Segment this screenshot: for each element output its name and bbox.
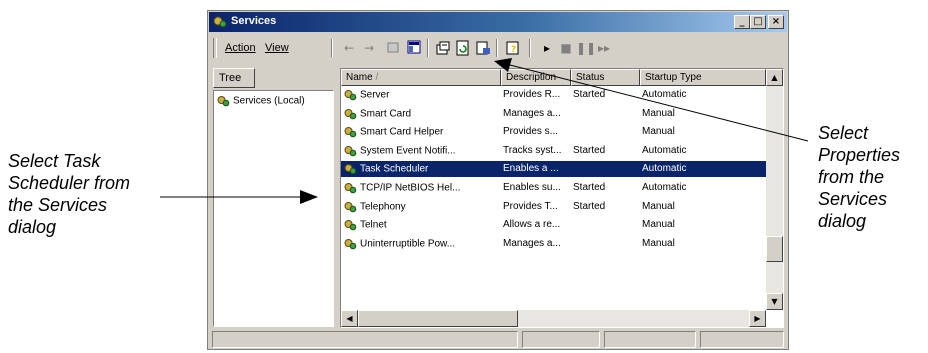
- left-callout-text: Select Task Scheduler from the Services …: [8, 151, 131, 237]
- callout-arrows: [160, 58, 809, 204]
- right-callout-line: [509, 64, 809, 142]
- right-callout-text: Select Properties from the Services dial…: [818, 123, 901, 231]
- left-arrowhead-icon: [300, 190, 318, 204]
- right-arrowhead-icon: [494, 58, 512, 72]
